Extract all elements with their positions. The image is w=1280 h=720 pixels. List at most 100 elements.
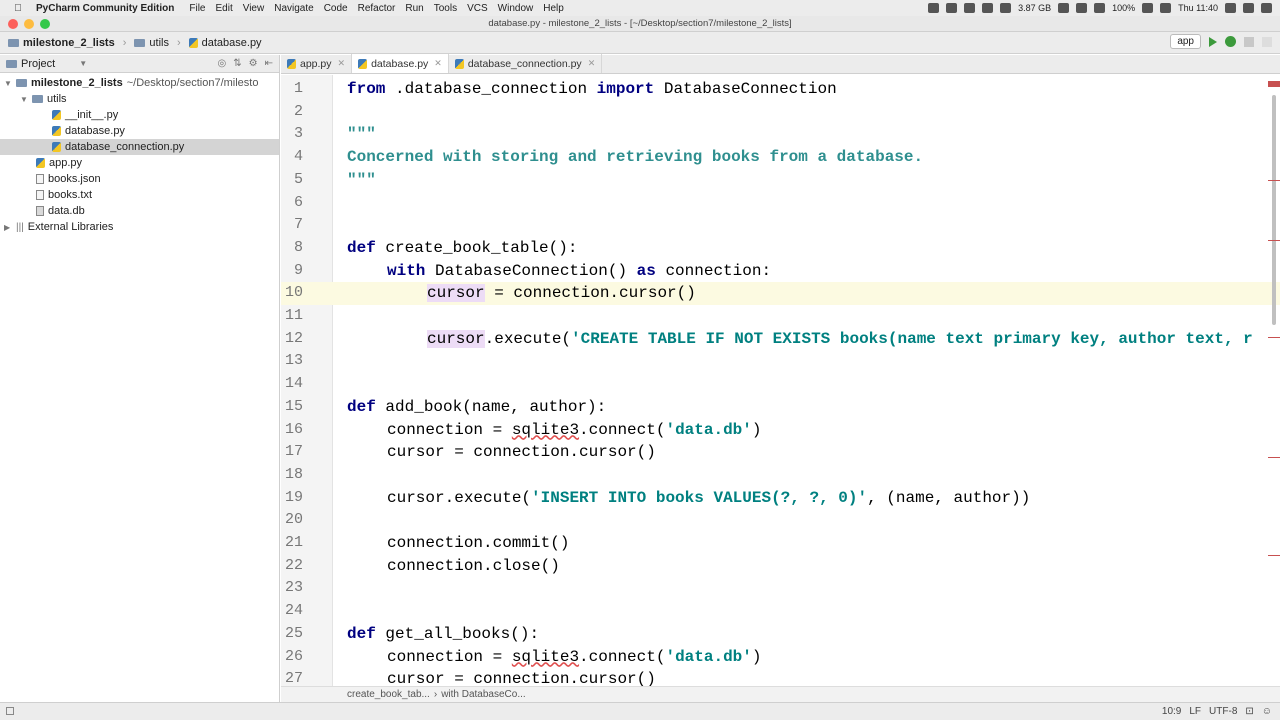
code-line[interactable]: 14 xyxy=(281,373,1280,396)
run-config-select[interactable]: app xyxy=(1170,34,1201,49)
code-line[interactable]: 25 def get_all_books(): xyxy=(281,623,1280,646)
code-line[interactable]: 2 xyxy=(281,101,1280,124)
menu-window[interactable]: Window xyxy=(498,3,534,14)
code-line[interactable]: 15 def add_book(name, author): xyxy=(281,396,1280,419)
tree-item-utils[interactable]: ▼ utils xyxy=(0,91,279,107)
app-menu-name[interactable]: PyCharm Community Edition xyxy=(36,3,174,14)
tree-item-app[interactable]: app.py xyxy=(0,155,279,171)
close-window-icon[interactable] xyxy=(8,19,18,29)
maximize-window-icon[interactable] xyxy=(40,19,50,29)
breadcrumb-block[interactable]: with DatabaseCo... xyxy=(441,689,526,700)
code-line[interactable]: 23 xyxy=(281,577,1280,600)
tree-item-init[interactable]: __init__.py xyxy=(0,107,279,123)
gear-icon[interactable]: ⚙ xyxy=(249,58,258,69)
expand-arrow-icon[interactable]: ▼ xyxy=(20,95,28,104)
project-view-select[interactable]: Project xyxy=(21,58,55,70)
code-line[interactable]: 18 xyxy=(281,464,1280,487)
tree-item-database[interactable]: database.py xyxy=(0,123,279,139)
wifi-icon[interactable] xyxy=(1076,3,1088,13)
code-line[interactable]: 17 cursor = connection.cursor() xyxy=(281,441,1280,464)
file-encoding[interactable]: UTF-8 xyxy=(1209,706,1237,717)
code-line[interactable]: 27 cursor = connection.cursor() xyxy=(281,668,1280,686)
tree-item-books-txt[interactable]: books.txt xyxy=(0,187,279,203)
volume-icon[interactable] xyxy=(1094,3,1106,13)
close-icon[interactable]: ✕ xyxy=(588,58,596,69)
tray-app-icon[interactable] xyxy=(946,3,958,13)
code-line[interactable]: 21 connection.commit() xyxy=(281,532,1280,555)
line-separator[interactable]: LF xyxy=(1189,706,1201,717)
breadcrumb-file[interactable]: database.py xyxy=(202,37,262,49)
expand-arrow-icon[interactable]: ▼ xyxy=(4,79,12,88)
cloud-icon[interactable] xyxy=(982,3,994,13)
apple-icon[interactable]:  xyxy=(0,3,36,14)
warning-mark[interactable] xyxy=(1268,180,1280,181)
code-line[interactable]: 22 connection.close() xyxy=(281,555,1280,578)
hide-icon[interactable]: ⇤ xyxy=(265,58,273,69)
code-line[interactable]: 12 cursor.execute('CREATE TABLE IF NOT EX… xyxy=(281,328,1280,351)
inspector-icon[interactable]: ☺ xyxy=(1262,706,1272,717)
code-line[interactable]: 20 xyxy=(281,509,1280,532)
menu-file[interactable]: File xyxy=(189,3,205,14)
menu-help[interactable]: Help xyxy=(543,3,564,14)
menu-code[interactable]: Code xyxy=(324,3,348,14)
display-icon[interactable] xyxy=(1058,3,1070,13)
code-line[interactable]: 8 def create_book_table(): xyxy=(281,237,1280,260)
tree-item-data-db[interactable]: data.db xyxy=(0,203,279,219)
clock[interactable]: Thu 11:40 xyxy=(1178,3,1218,13)
code-line[interactable]: 16 connection = sqlite3.connect('data.db'… xyxy=(281,419,1280,442)
tree-item-root[interactable]: ▼ milestone_2_lists ~/Desktop/section7/m… xyxy=(0,75,279,91)
menu-run[interactable]: Run xyxy=(405,3,423,14)
tab-database-py[interactable]: database.py ✕ xyxy=(352,54,449,73)
code-editor[interactable]: 1 from .database_connection import Databa… xyxy=(281,75,1280,686)
error-indicator-icon[interactable] xyxy=(1268,81,1280,87)
lock-icon[interactable]: ⊡ xyxy=(1245,706,1253,717)
breadcrumb-function[interactable]: create_book_tab... xyxy=(347,689,430,700)
memory-readout[interactable]: 3.87 GB xyxy=(1018,3,1051,13)
code-line[interactable]: 5 """ xyxy=(281,169,1280,192)
close-icon[interactable]: ✕ xyxy=(434,58,442,69)
battery-icon[interactable] xyxy=(1142,3,1154,13)
memory-icon[interactable] xyxy=(1000,3,1012,13)
code-line-current[interactable]: 10 cursor = connection.cursor() xyxy=(281,282,1280,305)
code-line[interactable]: 9 with DatabaseConnection() as connection… xyxy=(281,260,1280,283)
code-line[interactable]: 13 xyxy=(281,350,1280,373)
menu-edit[interactable]: Edit xyxy=(215,3,232,14)
warning-mark[interactable] xyxy=(1268,240,1280,241)
warning-mark[interactable] xyxy=(1268,337,1280,338)
warning-mark[interactable] xyxy=(1268,457,1280,458)
code-line[interactable]: 26 connection = sqlite3.connect('data.db'… xyxy=(281,646,1280,669)
spotlight-search-icon[interactable] xyxy=(1225,3,1236,13)
code-line[interactable]: 24 xyxy=(281,600,1280,623)
target-icon[interactable]: ◎ xyxy=(218,58,227,69)
menu-navigate[interactable]: Navigate xyxy=(274,3,313,14)
chevron-down-icon[interactable]: ▼ xyxy=(79,59,87,68)
code-line[interactable]: 4 Concerned with storing and retrieving b… xyxy=(281,146,1280,169)
menu-refactor[interactable]: Refactor xyxy=(358,3,396,14)
cursor-position[interactable]: 10:9 xyxy=(1162,706,1181,717)
tree-item-books-json[interactable]: books.json xyxy=(0,171,279,187)
code-line[interactable]: 19 cursor.execute('INSERT INTO books VALU… xyxy=(281,487,1280,510)
menu-vcs[interactable]: VCS xyxy=(467,3,488,14)
breadcrumb-project[interactable]: milestone_2_lists xyxy=(23,37,115,49)
collapse-icon[interactable]: ⇅ xyxy=(233,58,241,69)
search-everywhere-icon[interactable] xyxy=(1262,36,1272,47)
code-line[interactable]: 1 from .database_connection import Databa… xyxy=(281,78,1280,101)
tree-item-database-connection[interactable]: database_connection.py xyxy=(0,139,279,155)
menu-view[interactable]: View xyxy=(243,3,265,14)
menu-tools[interactable]: Tools xyxy=(434,3,457,14)
close-icon[interactable]: ✕ xyxy=(338,58,346,69)
tray-app-icon[interactable] xyxy=(928,3,940,13)
tab-database-connection-py[interactable]: database_connection.py ✕ xyxy=(449,54,603,73)
tree-item-external-libraries[interactable]: ▶ ||| External Libraries xyxy=(0,219,279,235)
code-line[interactable]: 3 """ xyxy=(281,123,1280,146)
debug-icon[interactable] xyxy=(1225,36,1236,47)
breadcrumb-folder[interactable]: utils xyxy=(149,37,169,49)
code-line[interactable]: 6 xyxy=(281,192,1280,215)
tool-windows-icon[interactable] xyxy=(6,707,14,715)
battery-percent[interactable]: 100% xyxy=(1112,3,1135,13)
notification-center-icon[interactable] xyxy=(1261,3,1272,13)
minimize-window-icon[interactable] xyxy=(24,19,34,29)
code-line[interactable]: 7 xyxy=(281,214,1280,237)
tab-app-py[interactable]: app.py ✕ xyxy=(281,54,353,73)
code-line[interactable]: 11 xyxy=(281,305,1280,328)
